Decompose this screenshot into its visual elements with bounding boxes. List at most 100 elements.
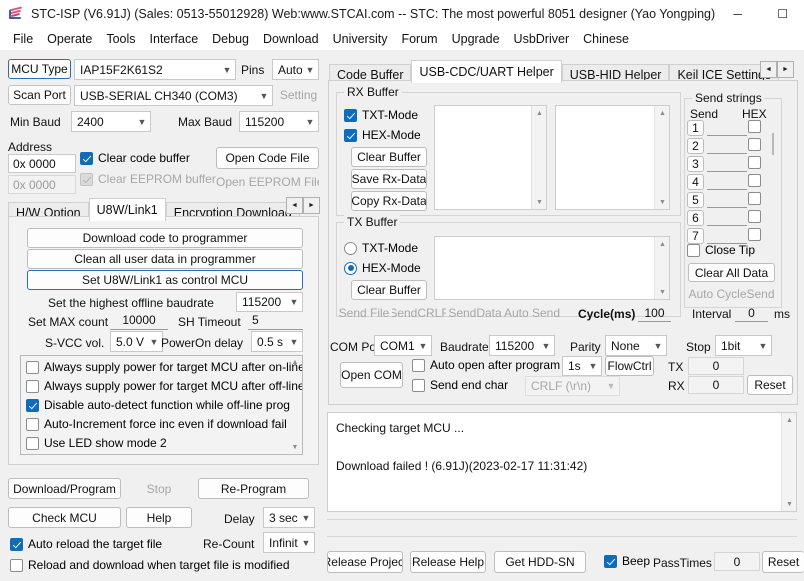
send-string-5-input[interactable] [707, 192, 747, 208]
delay-select[interactable]: 3 sec ▼ [263, 507, 315, 528]
send-end-char-checkbox[interactable]: Send end char [412, 378, 508, 392]
menu-item-interface[interactable]: Interface [143, 31, 206, 47]
send-string-3-button[interactable]: 3 [687, 156, 704, 172]
scroll-down-icon[interactable]: ▼ [655, 195, 669, 209]
rx-clear-buffer-button[interactable]: Clear Buffer [351, 147, 427, 167]
minimize-icon[interactable]: ─ [715, 0, 760, 28]
clear-all-data-button[interactable]: Clear All Data [688, 263, 775, 282]
send-string-4-hex-checkbox[interactable] [748, 174, 766, 187]
send-string-1-button[interactable]: 1 [687, 120, 704, 136]
maximize-icon[interactable]: ☐ [760, 0, 804, 28]
scroll-up-icon[interactable]: ▲ [655, 237, 669, 251]
scroll-down-icon[interactable]: ▼ [532, 195, 546, 209]
parity-select[interactable]: None ▼ [605, 335, 667, 356]
rx-text-right[interactable]: ▲ ▼ [555, 105, 670, 210]
send-strings-scroll-indicator[interactable] [772, 133, 774, 155]
log-output[interactable]: Checking target MCU ... Download failed … [327, 412, 797, 512]
max-count-input[interactable]: 10000 [110, 311, 168, 330]
menu-item-forum[interactable]: Forum [394, 31, 444, 47]
menu-item-upgrade[interactable]: Upgrade [445, 31, 507, 47]
code-address-input[interactable]: 0x 0000 [8, 154, 76, 173]
menu-item-file[interactable]: File [6, 31, 40, 47]
re-program-button[interactable]: Re-Program [198, 478, 309, 499]
recount-select[interactable]: Infinite ▼ [263, 532, 315, 553]
menu-item-debug[interactable]: Debug [205, 31, 256, 47]
option-always-power-online-checkbox[interactable]: Always supply power for target MCU after… [26, 360, 302, 374]
menu-item-usbdriver[interactable]: UsbDriver [507, 31, 577, 47]
rx-left-scrollbar[interactable]: ▲ ▼ [531, 106, 546, 209]
com-port-select[interactable]: COM1 ▼ [374, 335, 432, 356]
clear-code-buffer-checkbox[interactable]: Clear code buffer [80, 151, 190, 165]
menu-item-chinese[interactable]: Chinese [576, 31, 636, 47]
max-baud-select[interactable]: 115200 ▼ [239, 111, 319, 132]
open-code-file-button[interactable]: Open Code File [216, 147, 319, 169]
menu-item-download[interactable]: Download [256, 31, 326, 47]
send-string-3-hex-checkbox[interactable] [748, 156, 766, 169]
min-baud-select[interactable]: 2400 ▼ [71, 111, 151, 132]
auto-open-delay-select[interactable]: 1s ▼ [562, 356, 602, 376]
auto-open-after-program-checkbox[interactable]: Auto open after program [412, 358, 560, 372]
tab-next-icon[interactable]: ► [303, 197, 320, 214]
scroll-down-icon[interactable]: ▼ [288, 441, 302, 454]
clean-user-data-button[interactable]: Clean all user data in programmer [27, 249, 303, 269]
get-hdd-sn-button[interactable]: Get HDD-SN [494, 551, 586, 573]
tx-text-area[interactable]: ▲ ▼ [434, 236, 670, 300]
rx-text-left[interactable]: ▲ ▼ [434, 105, 547, 210]
scan-port-button[interactable]: Scan Port [8, 85, 71, 105]
send-string-7-button[interactable]: 7 [687, 228, 704, 244]
rx-hex-mode-checkbox[interactable]: HEX-Mode [344, 128, 421, 142]
tx-scrollbar[interactable]: ▲ ▼ [654, 237, 669, 299]
option-use-led-mode2-checkbox[interactable]: Use LED show mode 2 [26, 436, 167, 450]
tx-txt-mode-radio[interactable]: TXT-Mode [344, 241, 418, 255]
tab-u8w-link1[interactable]: U8W/Link1 [88, 198, 166, 221]
comport-reset-button[interactable]: Reset [747, 375, 793, 395]
tx-clear-buffer-button[interactable]: Clear Buffer [351, 280, 427, 300]
check-mcu-button[interactable]: Check MCU [8, 507, 121, 528]
send-string-2-button[interactable]: 2 [687, 138, 704, 154]
menu-item-tools[interactable]: Tools [99, 31, 142, 47]
send-string-7-input[interactable] [707, 228, 747, 244]
mcu-type-select[interactable]: IAP15F2K61S2 ▼ [74, 59, 236, 80]
sh-timeout-input[interactable]: 5 [248, 311, 303, 330]
auto-reload-target-file-checkbox[interactable]: Auto reload the target file [10, 537, 162, 551]
send-string-7-hex-checkbox[interactable] [748, 228, 766, 241]
reload-when-modified-checkbox[interactable]: Reload and download when target file is … [10, 558, 290, 572]
offline-baudrate-select[interactable]: 115200 ▼ [236, 292, 303, 312]
rx-right-scrollbar[interactable]: ▲ ▼ [654, 106, 669, 209]
menu-item-operate[interactable]: Operate [40, 31, 99, 47]
tab-next-icon[interactable]: ► [777, 61, 794, 78]
save-rx-data-button[interactable]: Save Rx-Data [351, 169, 427, 189]
send-string-6-button[interactable]: 6 [687, 210, 704, 226]
tab-prev-icon[interactable]: ◄ [760, 61, 777, 78]
release-help-button[interactable]: Release Help [410, 551, 486, 573]
scan-port-select[interactable]: USB-SERIAL CH340 (COM3) ▼ [74, 85, 273, 106]
menu-item-university[interactable]: University [326, 31, 395, 47]
scroll-up-icon[interactable]: ▲ [782, 413, 796, 427]
send-string-4-button[interactable]: 4 [687, 174, 704, 190]
rx-txt-mode-checkbox[interactable]: TXT-Mode [344, 108, 418, 122]
log-scrollbar[interactable]: ▲ ▼ [781, 413, 796, 511]
open-com-button[interactable]: Open COM [340, 362, 403, 388]
send-string-6-hex-checkbox[interactable] [748, 210, 766, 223]
option-disable-auto-detect-checkbox[interactable]: Disable auto-detect function while off-l… [26, 398, 290, 412]
copy-rx-data-button[interactable]: Copy Rx-Data [351, 191, 427, 211]
cycle-ms-input[interactable]: 100 [638, 304, 671, 322]
tab-prev-icon[interactable]: ◄ [286, 197, 303, 214]
u8w-options-list[interactable]: ▲ ▼ Always supply power for target MCU a… [20, 355, 303, 455]
pins-select[interactable]: Auto ▼ [272, 59, 319, 80]
send-string-4-input[interactable] [707, 174, 747, 190]
scroll-up-icon[interactable]: ▲ [655, 106, 669, 120]
send-string-1-hex-checkbox[interactable] [748, 120, 766, 133]
interval-input[interactable]: 0 [735, 304, 768, 322]
close-tip-checkbox[interactable]: Close Tip [687, 243, 755, 257]
scroll-down-icon[interactable]: ▼ [782, 497, 796, 511]
passtimes-reset-button[interactable]: Reset [762, 551, 804, 573]
download-program-button[interactable]: Download/Program [8, 478, 121, 499]
send-string-5-hex-checkbox[interactable] [748, 192, 766, 205]
release-project-button[interactable]: Release Project [327, 551, 403, 573]
scroll-up-icon[interactable]: ▲ [532, 106, 546, 120]
send-string-1-input[interactable] [707, 120, 747, 136]
option-always-power-offline-checkbox[interactable]: Always supply power for target MCU after… [26, 379, 302, 393]
baudrate-select[interactable]: 115200 ▼ [489, 335, 555, 356]
send-string-3-input[interactable] [707, 156, 747, 172]
